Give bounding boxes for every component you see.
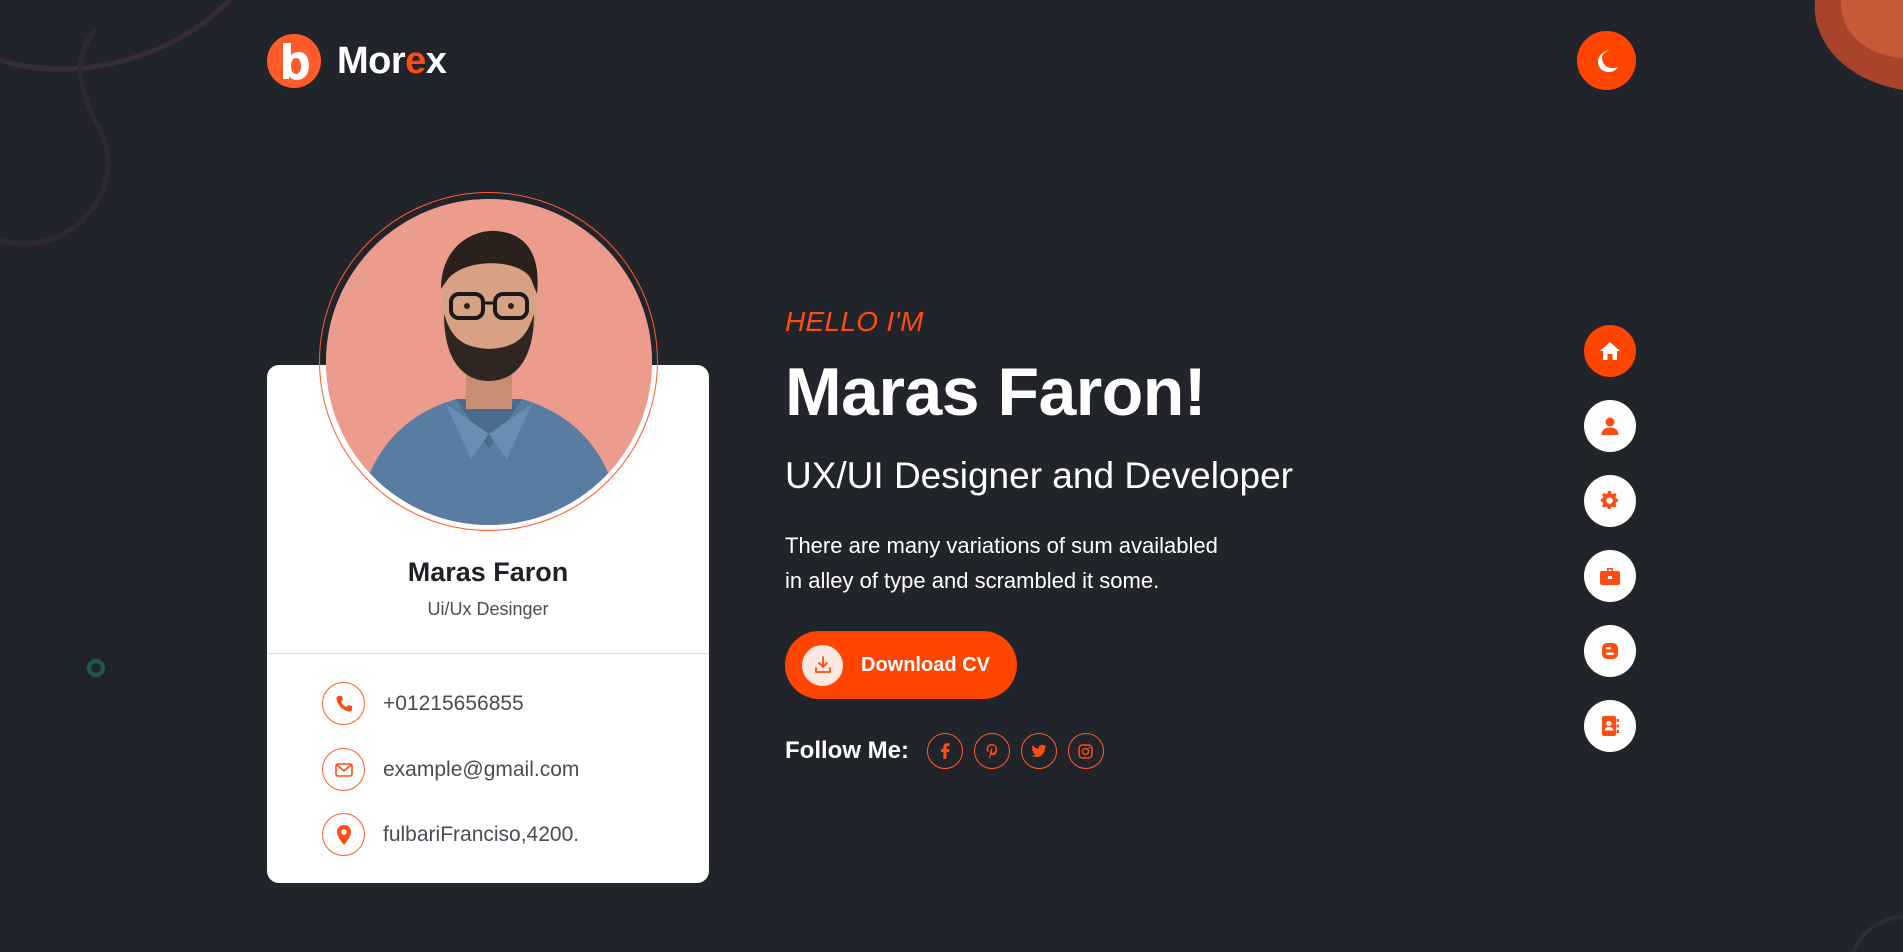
pinterest-link[interactable]	[973, 733, 1010, 769]
nav-home-button[interactable]	[1584, 325, 1636, 377]
briefcase-icon	[1600, 568, 1620, 585]
avatar	[326, 199, 652, 525]
card-name: Maras Faron	[407, 557, 569, 587]
logo-text: Morex	[337, 39, 447, 83]
blog-icon	[1602, 643, 1618, 659]
user-icon	[1601, 417, 1619, 435]
hero-description-line-2: in alley of type and scrambled it some.	[785, 568, 1160, 593]
pinterest-icon	[986, 744, 998, 758]
logo-text-end: x	[425, 39, 447, 82]
twitter-link[interactable]	[1020, 733, 1057, 769]
hero-description-line-1: There are many variations of sum availab…	[785, 533, 1218, 558]
background-ring-decoration	[87, 659, 105, 677]
phone-icon	[322, 682, 365, 725]
hero-name: Maras Faron!	[785, 354, 1207, 430]
hero-greeting: HELLO I'M	[785, 306, 924, 337]
follow-row: Follow Me:	[785, 733, 1115, 769]
follow-label: Follow Me:	[785, 737, 909, 764]
hero-description: There are many variations of sum availab…	[785, 528, 1305, 598]
facebook-icon	[940, 743, 950, 759]
logo-text-start: Mor	[337, 39, 406, 82]
download-cv-label: Download CV	[861, 653, 990, 676]
background-curve-decoration	[0, 0, 232, 246]
card-role: Ui/Ux Desinger	[427, 599, 549, 619]
download-icon	[802, 644, 843, 686]
logo-text-accent: e	[405, 39, 426, 82]
contact-email-text: example@gmail.com	[383, 757, 580, 781]
download-cv-button[interactable]: Download CV	[785, 631, 1017, 699]
logo-b-icon	[283, 43, 309, 80]
nav-contact-button[interactable]	[1584, 700, 1636, 752]
home-icon	[1600, 342, 1620, 360]
instagram-icon	[1078, 743, 1094, 759]
theme-toggle-button[interactable]	[1577, 31, 1636, 90]
nav-about-button[interactable]	[1584, 400, 1636, 452]
card-divider	[267, 653, 709, 654]
gear-icon	[1600, 491, 1619, 510]
contact-location-text: fulbariFranciso,4200.	[383, 822, 580, 846]
avatar-portrait-image	[326, 199, 652, 525]
contact-phone-text: +01215656855	[383, 691, 524, 715]
instagram-link[interactable]	[1067, 733, 1104, 769]
nav-blog-button[interactable]	[1584, 625, 1636, 677]
nav-services-button[interactable]	[1584, 475, 1636, 527]
mail-icon	[322, 748, 365, 791]
logo[interactable]: Morex	[267, 34, 447, 88]
location-icon	[322, 813, 365, 856]
side-nav	[1584, 325, 1636, 775]
moon-icon	[1597, 49, 1618, 72]
nav-portfolio-button[interactable]	[1584, 550, 1636, 602]
hero-title: UX/UI Designer and Developer	[785, 455, 1293, 496]
facebook-link[interactable]	[926, 733, 963, 769]
background-arc-decoration	[1851, 915, 1903, 952]
logo-mark	[267, 34, 321, 88]
contact-email[interactable]: example@gmail.com	[322, 748, 579, 791]
contact-phone[interactable]: +01215656855	[322, 682, 524, 725]
background-blob-decoration	[1814, 0, 1903, 90]
twitter-icon	[1031, 744, 1047, 757]
contact-book-icon	[1602, 716, 1619, 736]
contact-location[interactable]: fulbariFranciso,4200.	[322, 813, 579, 856]
